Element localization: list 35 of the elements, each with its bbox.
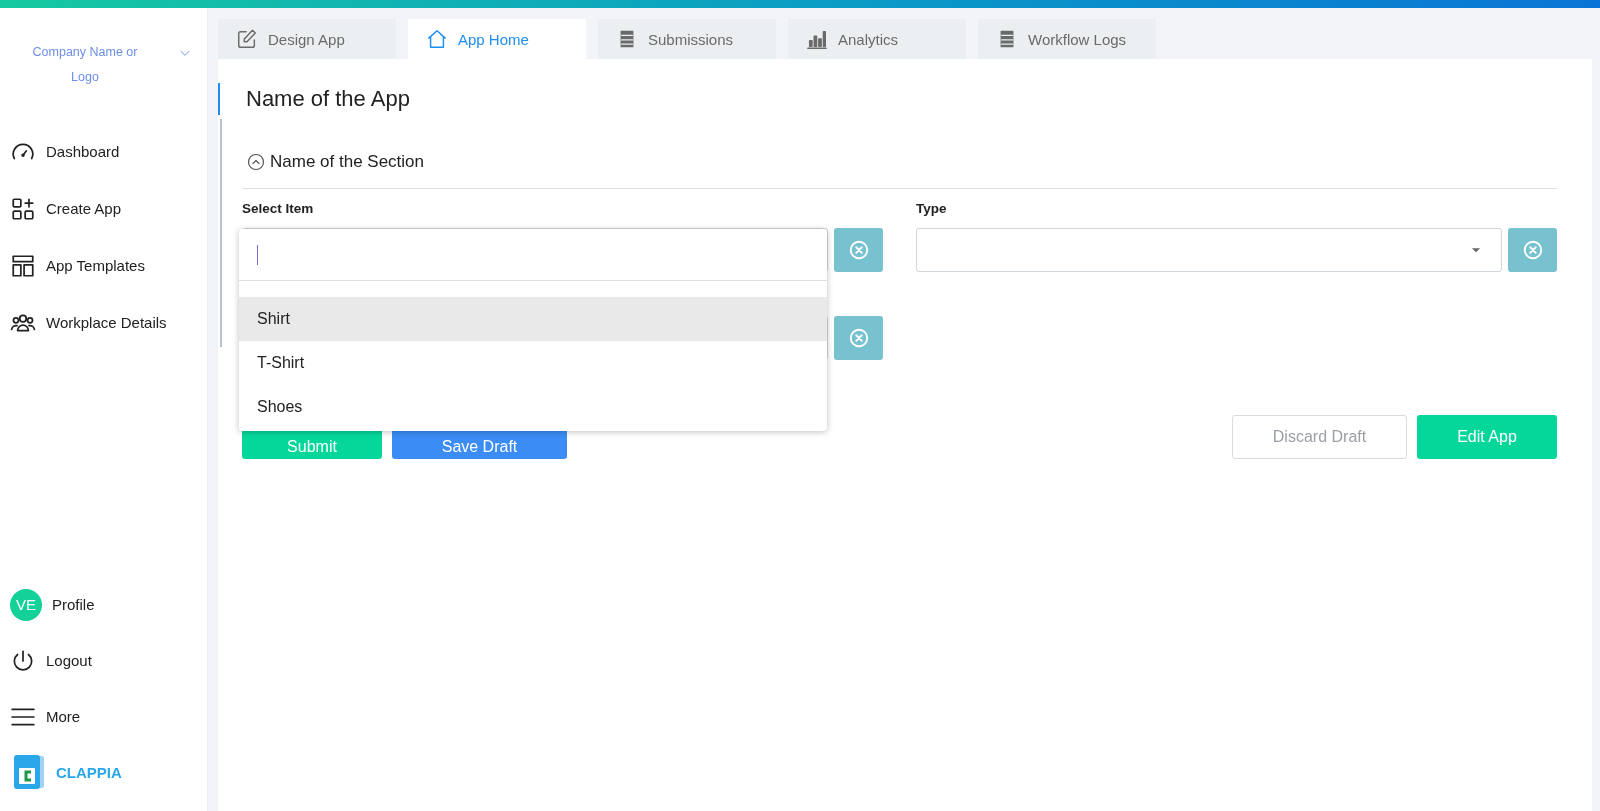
select-field[interactable] — [916, 228, 1502, 272]
nav-item[interactable]: Create App — [0, 195, 207, 222]
nav-item[interactable]: Dashboard — [0, 138, 207, 165]
chevron-up-icon — [247, 153, 265, 171]
tab[interactable]: Submissions — [598, 19, 776, 59]
tab[interactable]: Workflow Logs — [978, 19, 1156, 59]
clear-button[interactable] — [1508, 228, 1557, 272]
company-logo-text: Company Name or Logo — [31, 44, 139, 86]
dropdown-option[interactable]: Shirt — [239, 297, 827, 341]
home-icon — [426, 28, 448, 50]
logo-icon — [14, 755, 46, 789]
field-label: Type — [916, 201, 948, 216]
app-title: Name of the App — [218, 83, 1592, 115]
edit-icon — [236, 28, 258, 50]
layout-icon — [10, 252, 36, 279]
clear-icon — [1521, 239, 1544, 261]
avatar: VE — [10, 588, 42, 621]
collapse-toggle[interactable] — [247, 153, 265, 171]
clear-icon — [847, 327, 870, 349]
clear-icon — [847, 239, 870, 261]
tab[interactable]: Analytics — [788, 19, 966, 59]
clear-button[interactable] — [834, 316, 883, 360]
section-title: Name of the Section — [270, 152, 425, 172]
nav-item[interactable]: Workplace Details — [0, 309, 207, 336]
grid-plus-icon — [10, 195, 36, 222]
dropdown-option[interactable]: T-Shirt — [239, 341, 827, 385]
clear-button[interactable] — [834, 228, 883, 272]
nav-item[interactable]: App Templates — [0, 252, 207, 279]
nav-item[interactable]: More — [0, 703, 207, 730]
bar-chart-icon — [806, 28, 828, 50]
nav-item[interactable]: VE Profile — [0, 591, 207, 618]
tab[interactable]: Design App — [218, 19, 396, 59]
nav-item[interactable]: Logout — [0, 647, 207, 674]
field-label: Select Item — [242, 201, 315, 216]
brand-name: CLAPPIA — [56, 763, 122, 781]
